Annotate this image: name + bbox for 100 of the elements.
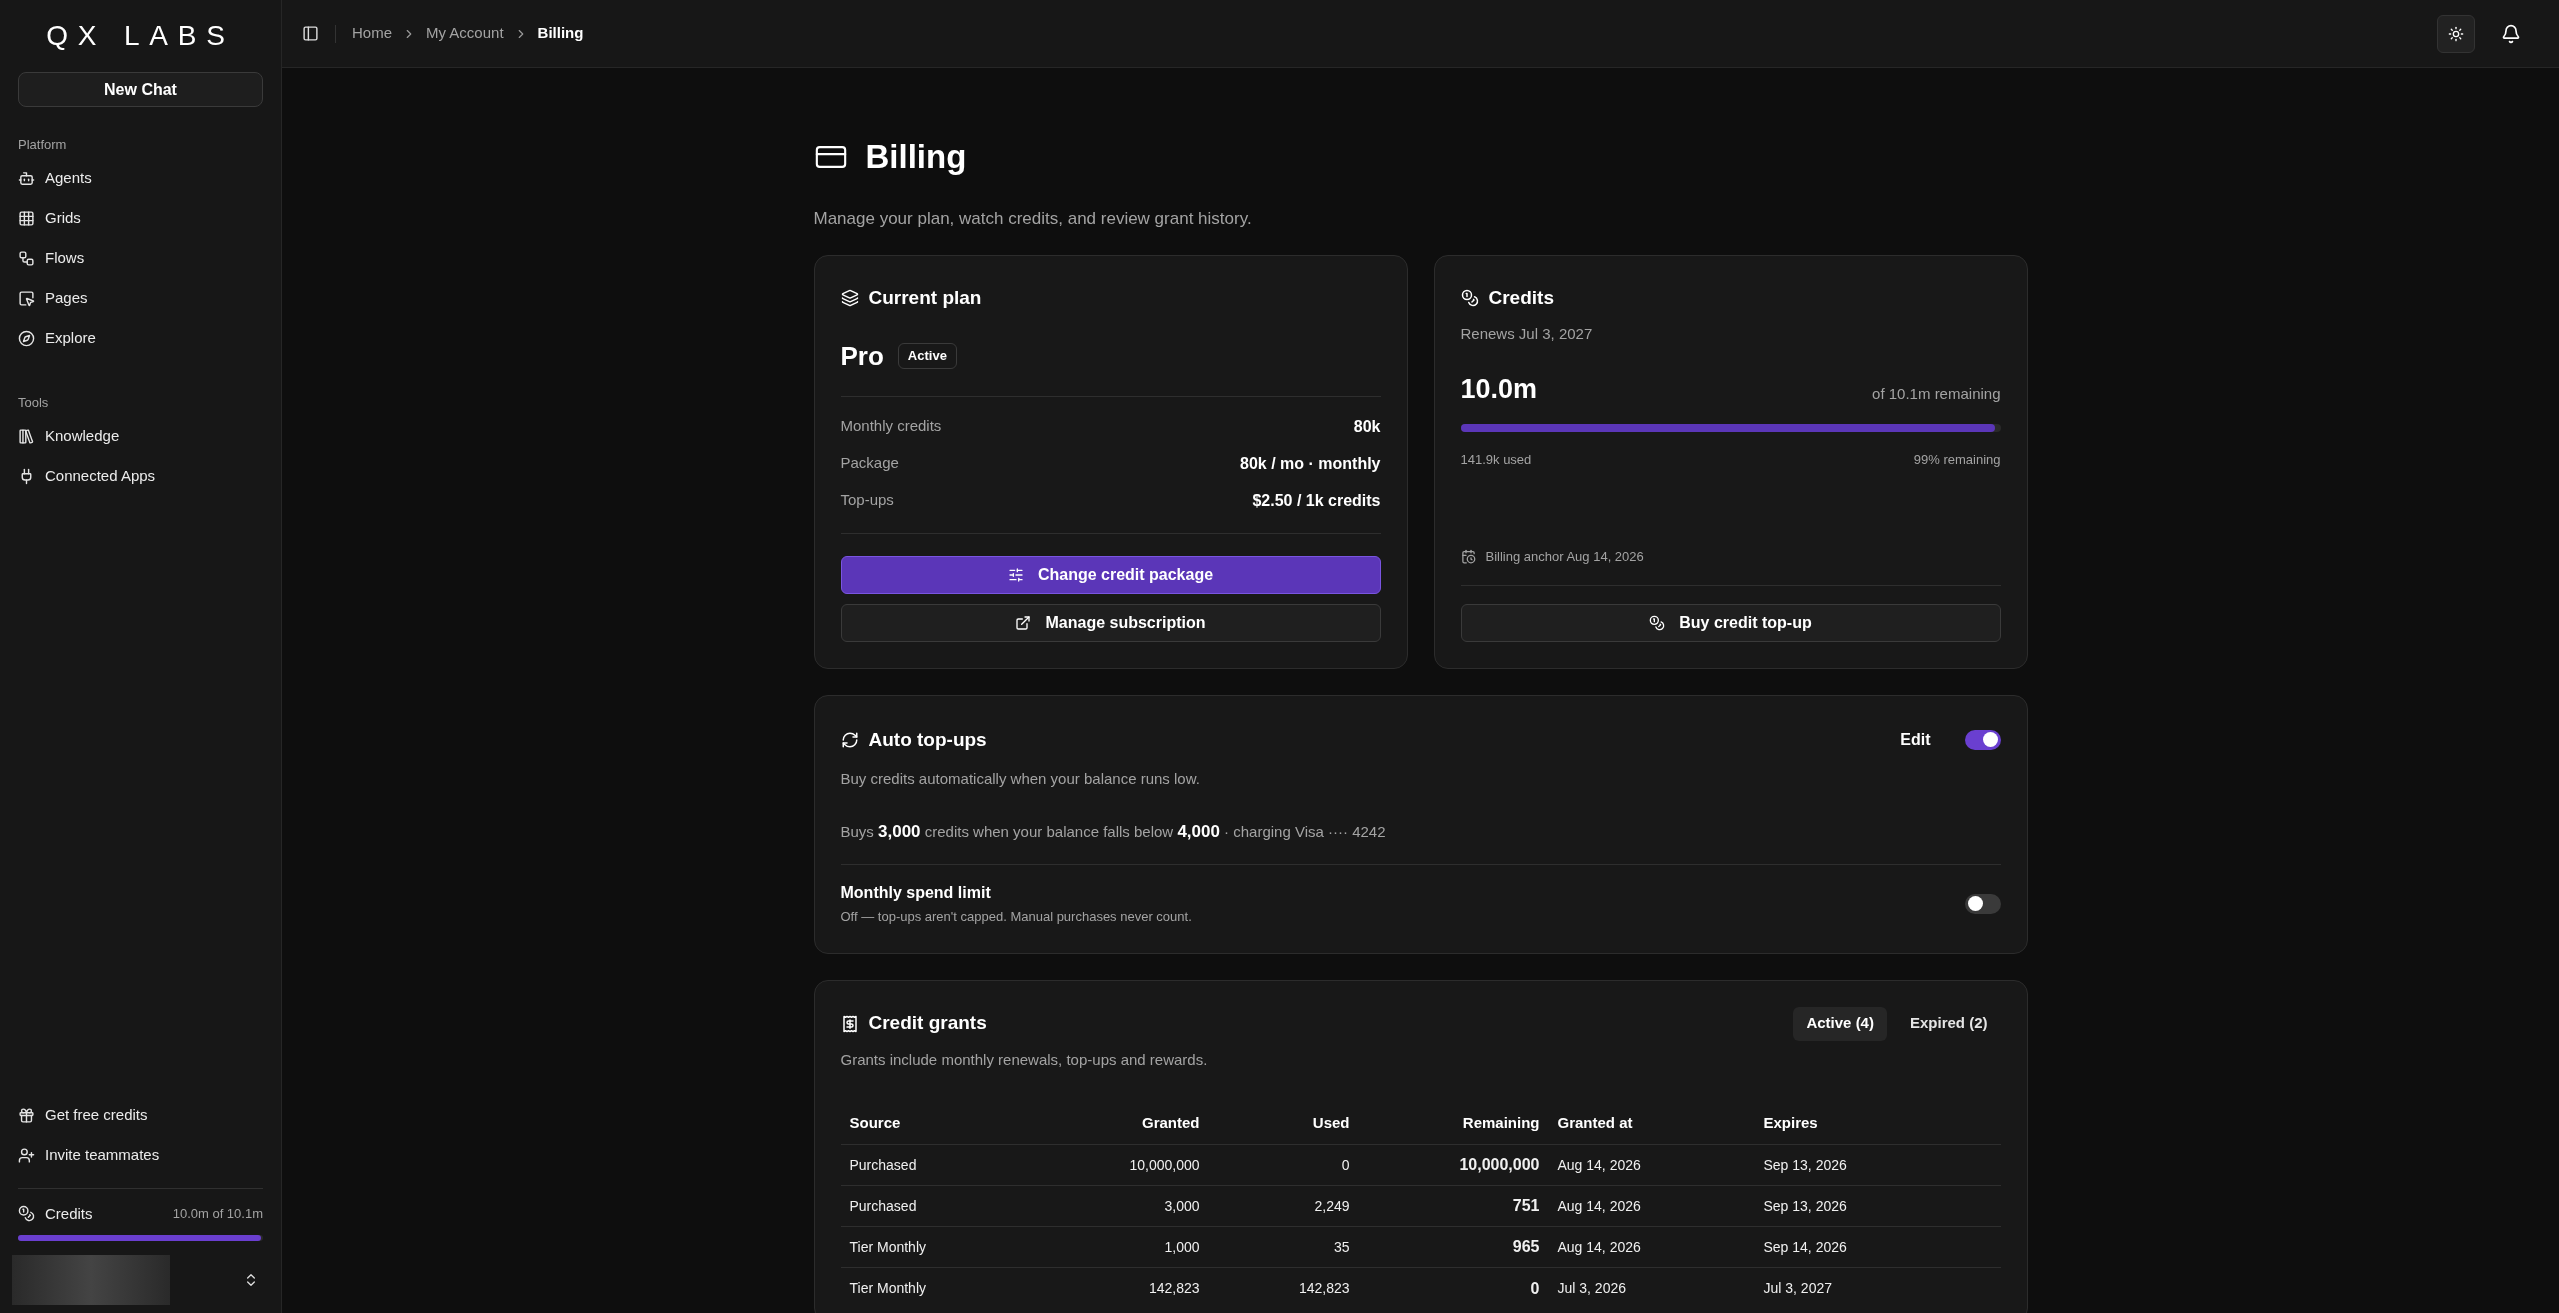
setting-description: Off — top-ups aren't capped. Manual purchases never count. xyxy=(840,908,1192,926)
table-cell-text: Sep 14, 2026 xyxy=(1762,1237,1848,1257)
plan-row-label: Monthly credits xyxy=(840,415,942,436)
renewal-date: Renews Jul 3, 2027 xyxy=(1460,323,1594,344)
table-cell-text: 35 xyxy=(1332,1237,1350,1257)
manage-subscription-button[interactable]: Manage subscription xyxy=(840,603,1381,642)
receipt-icon xyxy=(840,1014,859,1033)
toggle-switch[interactable] xyxy=(1964,893,2001,914)
sidebar-item[interactable]: Invite teammates xyxy=(45,1144,160,1167)
sidebar-item[interactable]: Connected Apps xyxy=(45,464,156,488)
refresh-icon xyxy=(840,730,859,749)
top-up-rule: Buys 3,000 credits when your balance falls below 4,000 · charging Visa ···· 4242 xyxy=(840,820,1387,843)
credits-reading: 10.0m of 10.1m xyxy=(172,1205,263,1223)
status-badge: Active xyxy=(897,343,957,369)
pointer-icon xyxy=(18,290,35,307)
edit-link[interactable]: Edit xyxy=(1900,727,1931,752)
sun-icon xyxy=(2448,25,2464,42)
new-chat-button[interactable]: New Chat xyxy=(18,72,263,107)
coins-icon xyxy=(1460,289,1479,308)
table-cell-text: Jul 3, 2026 xyxy=(1556,1279,1627,1298)
column-header: Granted xyxy=(1141,1113,1200,1134)
table-cell-text: Purchased xyxy=(849,1196,918,1216)
table-cell-text: Aug 14, 2026 xyxy=(1556,1196,1642,1216)
theme-button[interactable] xyxy=(2437,14,2475,53)
table-cell-text: Sep 13, 2026 xyxy=(1762,1196,1848,1216)
table-cell-text: 0 xyxy=(1529,1278,1540,1299)
table-cell-text: 2,249 xyxy=(1313,1196,1350,1216)
sidebar-toggle-icon[interactable] xyxy=(302,25,319,42)
sidebar-item[interactable]: Get free credits xyxy=(45,1104,148,1127)
external-link-icon xyxy=(1015,614,1032,631)
card-title: Auto top-ups xyxy=(868,727,987,752)
table-cell-text: 142,823 xyxy=(1297,1279,1350,1298)
section-heading: Platform xyxy=(18,136,68,154)
table-cell-text: 1,000 xyxy=(1163,1237,1200,1257)
column-header: Expires xyxy=(1762,1113,1819,1134)
sidebar-item[interactable]: Knowledge xyxy=(45,424,120,448)
user-plus-icon xyxy=(18,1147,35,1164)
table-cell-text: Jul 3, 2027 xyxy=(1762,1279,1833,1298)
buy-top-up-button[interactable]: Buy credit top-up xyxy=(1460,603,2001,642)
library-icon xyxy=(18,427,35,445)
table-cell-text: 142,823 xyxy=(1147,1279,1200,1298)
gift-icon xyxy=(18,1107,35,1124)
breadcrumb-link[interactable]: Billing xyxy=(537,22,584,45)
table-cell-text: 10,000,000 xyxy=(1458,1155,1540,1175)
change-package-button[interactable]: Change credit package xyxy=(840,555,1381,594)
plan-row-value: 80k / mo · monthly xyxy=(1240,453,1381,474)
table-cell-text: 0 xyxy=(1340,1155,1350,1175)
breadcrumb-link[interactable]: Home xyxy=(352,22,392,45)
column-header: Used xyxy=(1311,1113,1350,1134)
column-header: Remaining xyxy=(1461,1113,1540,1134)
plan-row-label: Top-ups xyxy=(840,489,894,510)
sidebar-item[interactable]: Grids xyxy=(45,207,81,230)
billing-anchor: Billing anchor Aug 14, 2026 xyxy=(1485,548,1644,566)
sidebar-item[interactable]: Explore xyxy=(45,327,96,350)
page-subtitle: Manage your plan, watch credits, and review grant history. xyxy=(813,207,1253,230)
sidebar-item[interactable]: Agents xyxy=(45,167,92,190)
table-cell-text: Purchased xyxy=(849,1155,918,1175)
compass-icon xyxy=(18,330,35,347)
coins-icon xyxy=(1649,614,1666,631)
table-cell-text: 3,000 xyxy=(1163,1196,1200,1216)
sidebar-item[interactable]: Pages xyxy=(45,287,88,310)
toggle-switch[interactable] xyxy=(1964,729,2001,750)
card-title: Credits xyxy=(1488,286,1554,310)
layers-icon xyxy=(840,289,859,308)
table-cell-text: 10,000,000 xyxy=(1128,1155,1200,1175)
plan-name: Pro xyxy=(840,339,884,373)
credits-amount: 10.0m xyxy=(1460,373,1538,406)
robot-icon xyxy=(18,170,35,187)
notification-icon[interactable] xyxy=(2501,23,2521,44)
calendar-icon xyxy=(1460,549,1476,565)
coins-icon xyxy=(18,1205,35,1223)
card-description: Grants include monthly renewals, top-ups and rewards. xyxy=(840,1049,1209,1070)
section-heading: Tools xyxy=(18,393,50,412)
sidebar-item[interactable]: Flows xyxy=(45,247,85,270)
column-header: Granted at xyxy=(1556,1113,1634,1134)
table-cell-text: 751 xyxy=(1511,1196,1540,1216)
column-header: Source xyxy=(849,1113,902,1134)
table-cell-text: 965 xyxy=(1511,1237,1540,1257)
card-description: Buy credits automatically when your balance runs low. xyxy=(840,769,1201,789)
credits-label: Credits xyxy=(45,1203,93,1224)
table-cell-text: Sep 13, 2026 xyxy=(1762,1155,1848,1175)
remaining-percent: 99% remaining xyxy=(1913,450,2001,469)
table-cell-text: Aug 14, 2026 xyxy=(1556,1155,1642,1175)
filter-tab[interactable]: Expired (2) xyxy=(1896,1006,2001,1041)
table-cell-text: Tier Monthly xyxy=(849,1279,927,1298)
page-title: Billing xyxy=(865,137,967,177)
plan-row-value: $2.50 / 1k credits xyxy=(1252,490,1381,511)
breadcrumb-link[interactable]: My Account xyxy=(426,22,504,45)
card-title: Credit grants xyxy=(868,1011,987,1036)
plan-row-label: Package xyxy=(840,452,899,473)
table-cell-text: Aug 14, 2026 xyxy=(1556,1237,1642,1257)
setting-title: Monthly spend limit xyxy=(840,883,992,903)
logo: QX LABS xyxy=(45,19,236,53)
filter-tab[interactable]: Active (4) xyxy=(1793,1006,1887,1041)
card-title: Current plan xyxy=(868,286,982,310)
table-cell-text: Tier Monthly xyxy=(849,1237,927,1257)
grid-icon xyxy=(18,210,35,227)
sliders-icon xyxy=(1007,566,1024,583)
plan-row-value: 80k xyxy=(1353,416,1381,437)
credits-total: of 10.1m remaining xyxy=(1872,384,2001,404)
